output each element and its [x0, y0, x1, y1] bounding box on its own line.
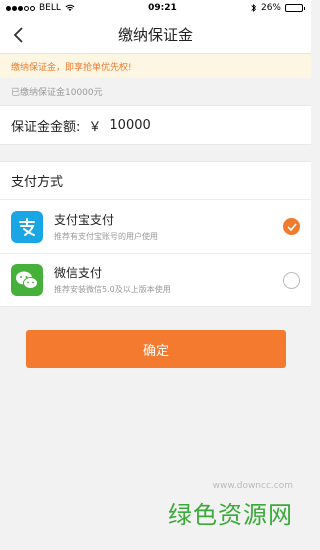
confirm-button[interactable]: 确定 [26, 330, 286, 368]
nav-bar: 缴纳保证金 [0, 16, 311, 54]
alipay-radio[interactable] [283, 218, 300, 235]
bluetooth-icon [251, 3, 256, 13]
watermark-title: 绿色资源网 [168, 501, 293, 529]
status-time: 09:21 [148, 3, 177, 13]
alipay-icon [11, 210, 43, 243]
status-bar: BELL 09:21 26% [0, 0, 311, 16]
check-icon [286, 222, 297, 231]
wechat-radio[interactable] [283, 271, 300, 289]
wechat-icon [11, 264, 43, 296]
deposit-amount-label: 保证金金额: [11, 119, 81, 135]
wechat-desc: 推荐安装微信5.0及以上版本使用 [54, 285, 171, 294]
alipay-text: 支付宝支付 推荐有支付宝账号的用户使用 [54, 212, 283, 242]
watermark-url: www.downcc.com [212, 481, 293, 491]
wifi-icon [65, 4, 75, 11]
payment-method-header: 支付方式 [0, 162, 311, 200]
back-button[interactable] [6, 16, 30, 54]
deposit-amount-value: 10000 [109, 117, 151, 133]
deposit-amount-row: 保证金金额: ￥ 10000 [0, 105, 311, 145]
alipay-desc: 推荐有支付宝账号的用户使用 [54, 231, 158, 241]
paid-deposit-info: 已缴纳保证金10000元 [11, 88, 103, 98]
priority-notice: 缴纳保证金，即享抢单优先权! [0, 54, 311, 78]
alipay-name: 支付宝支付 [54, 212, 115, 227]
payment-option-alipay[interactable]: 支付宝支付 推荐有支付宝账号的用户使用 [0, 200, 311, 253]
status-left: BELL [6, 3, 75, 13]
battery-icon [285, 4, 305, 12]
signal-icon [6, 5, 35, 11]
currency-symbol: ￥ [88, 119, 102, 135]
carrier-label: BELL [39, 3, 61, 13]
status-right: 26% [250, 3, 305, 13]
wechat-text: 微信支付 推荐安装微信5.0及以上版本使用 [54, 265, 283, 295]
payment-method-section: 支付方式 支付宝支付 推荐有支付宝账号的用户使用 微信支付 推荐安装微信5.0及… [0, 161, 311, 307]
watermark: www.downcc.com 绿色资源网 [168, 481, 293, 530]
payment-option-wechat[interactable]: 微信支付 推荐安装微信5.0及以上版本使用 [0, 253, 311, 306]
wechat-name: 微信支付 [54, 266, 103, 280]
battery-percent: 26% [260, 3, 281, 13]
chevron-left-icon [13, 27, 23, 43]
page-title: 缴纳保证金 [117, 26, 193, 44]
